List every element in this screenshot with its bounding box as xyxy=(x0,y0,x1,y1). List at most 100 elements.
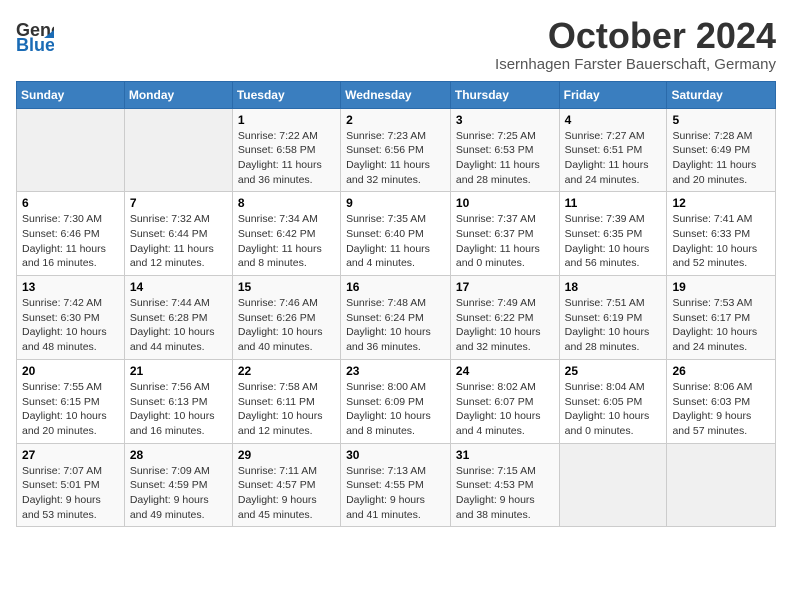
table-row: 4Sunrise: 7:27 AMSunset: 6:51 PMDaylight… xyxy=(559,108,667,192)
table-row: 30 Sunrise: 7:13 AMSunset: 4:55 PMDayligh… xyxy=(341,443,451,527)
day-info: Sunrise: 7:13 AMSunset: 4:55 PMDaylight:… xyxy=(346,464,445,523)
day-info: Sunrise: 7:37 AMSunset: 6:37 PMDaylight:… xyxy=(456,212,554,271)
table-row: 31 Sunrise: 7:15 AMSunset: 4:53 PMDayligh… xyxy=(450,443,559,527)
day-info: Sunrise: 7:07 AMSunset: 5:01 PMDaylight:… xyxy=(22,464,119,523)
day-number: 19 xyxy=(672,280,770,294)
day-info: Sunrise: 7:23 AMSunset: 6:56 PMDaylight:… xyxy=(346,129,445,188)
header-wednesday: Wednesday xyxy=(341,81,451,108)
table-row xyxy=(17,108,125,192)
day-number: 9 xyxy=(346,196,445,210)
page-header: General Blue October 2024 Isernhagen Far… xyxy=(16,16,776,73)
table-row: 15 Sunrise: 7:46 AMSunset: 6:26 PMDayligh… xyxy=(232,276,340,360)
day-info: Sunrise: 8:00 AMSunset: 6:09 PMDaylight:… xyxy=(346,380,445,439)
day-number: 11 xyxy=(565,196,662,210)
table-row: 20 Sunrise: 7:55 AMSunset: 6:15 PMDayligh… xyxy=(17,359,125,443)
header-tuesday: Tuesday xyxy=(232,81,340,108)
calendar-table: Sunday Monday Tuesday Wednesday Thursday… xyxy=(16,81,776,528)
day-info: Sunrise: 7:53 AMSunset: 6:17 PMDaylight:… xyxy=(672,296,770,355)
day-info: Sunrise: 7:15 AMSunset: 4:53 PMDaylight:… xyxy=(456,464,554,523)
day-number: 6 xyxy=(22,196,119,210)
day-number: 29 xyxy=(238,448,335,462)
day-number: 24 xyxy=(456,364,554,378)
header-sunday: Sunday xyxy=(17,81,125,108)
svg-text:Blue: Blue xyxy=(16,35,54,54)
day-info: Sunrise: 7:48 AMSunset: 6:24 PMDaylight:… xyxy=(346,296,445,355)
header-friday: Friday xyxy=(559,81,667,108)
table-row: 17Sunrise: 7:49 AMSunset: 6:22 PMDayligh… xyxy=(450,276,559,360)
day-info: Sunrise: 7:58 AMSunset: 6:11 PMDaylight:… xyxy=(238,380,335,439)
day-number: 5 xyxy=(672,113,770,127)
day-info: Sunrise: 7:41 AMSunset: 6:33 PMDaylight:… xyxy=(672,212,770,271)
week-row-2: 6Sunrise: 7:30 AMSunset: 6:46 PMDaylight… xyxy=(17,192,776,276)
header-monday: Monday xyxy=(124,81,232,108)
day-number: 12 xyxy=(672,196,770,210)
day-number: 15 xyxy=(238,280,335,294)
week-row-4: 20 Sunrise: 7:55 AMSunset: 6:15 PMDayligh… xyxy=(17,359,776,443)
table-row: 3 Sunrise: 7:25 AMSunset: 6:53 PMDaylight… xyxy=(450,108,559,192)
day-number: 31 xyxy=(456,448,554,462)
day-info: Sunrise: 7:51 AMSunset: 6:19 PMDaylight:… xyxy=(565,296,662,355)
day-info: Sunrise: 8:06 AMSunset: 6:03 PMDaylight:… xyxy=(672,380,770,439)
table-row: 26 Sunrise: 8:06 AMSunset: 6:03 PMDayligh… xyxy=(667,359,776,443)
day-number: 18 xyxy=(565,280,662,294)
table-row: 9 Sunrise: 7:35 AMSunset: 6:40 PMDaylight… xyxy=(341,192,451,276)
header-saturday: Saturday xyxy=(667,81,776,108)
day-info: Sunrise: 7:25 AMSunset: 6:53 PMDaylight:… xyxy=(456,129,554,188)
day-info: Sunrise: 7:46 AMSunset: 6:26 PMDaylight:… xyxy=(238,296,335,355)
day-number: 10 xyxy=(456,196,554,210)
table-row: 13Sunrise: 7:42 AMSunset: 6:30 PMDayligh… xyxy=(17,276,125,360)
day-number: 17 xyxy=(456,280,554,294)
table-row: 18 Sunrise: 7:51 AMSunset: 6:19 PMDayligh… xyxy=(559,276,667,360)
table-row xyxy=(559,443,667,527)
title-area: October 2024 Isernhagen Farster Bauersch… xyxy=(495,16,776,73)
table-row: 23 Sunrise: 8:00 AMSunset: 6:09 PMDayligh… xyxy=(341,359,451,443)
day-info: Sunrise: 8:04 AMSunset: 6:05 PMDaylight:… xyxy=(565,380,662,439)
table-row: 12 Sunrise: 7:41 AMSunset: 6:33 PMDayligh… xyxy=(667,192,776,276)
logo-icon: General Blue xyxy=(16,16,54,54)
day-info: Sunrise: 7:35 AMSunset: 6:40 PMDaylight:… xyxy=(346,212,445,271)
day-number: 20 xyxy=(22,364,119,378)
day-info: Sunrise: 7:32 AMSunset: 6:44 PMDaylight:… xyxy=(130,212,227,271)
table-row: 27 Sunrise: 7:07 AMSunset: 5:01 PMDayligh… xyxy=(17,443,125,527)
table-row: 10 Sunrise: 7:37 AMSunset: 6:37 PMDayligh… xyxy=(450,192,559,276)
day-number: 26 xyxy=(672,364,770,378)
day-number: 23 xyxy=(346,364,445,378)
day-number: 2 xyxy=(346,113,445,127)
day-info: Sunrise: 7:39 AMSunset: 6:35 PMDaylight:… xyxy=(565,212,662,271)
day-info: Sunrise: 8:02 AMSunset: 6:07 PMDaylight:… xyxy=(456,380,554,439)
day-number: 3 xyxy=(456,113,554,127)
day-info: Sunrise: 7:42 AMSunset: 6:30 PMDaylight:… xyxy=(22,296,119,355)
table-row: 1 Sunrise: 7:22 AMSunset: 6:58 PMDaylight… xyxy=(232,108,340,192)
day-number: 1 xyxy=(238,113,335,127)
calendar-header-row: Sunday Monday Tuesday Wednesday Thursday… xyxy=(17,81,776,108)
day-number: 30 xyxy=(346,448,445,462)
table-row: 29 Sunrise: 7:11 AMSunset: 4:57 PMDayligh… xyxy=(232,443,340,527)
subtitle: Isernhagen Farster Bauerschaft, Germany xyxy=(495,56,776,73)
day-number: 28 xyxy=(130,448,227,462)
logo: General Blue xyxy=(16,16,54,54)
day-info: Sunrise: 7:55 AMSunset: 6:15 PMDaylight:… xyxy=(22,380,119,439)
week-row-1: 1 Sunrise: 7:22 AMSunset: 6:58 PMDaylight… xyxy=(17,108,776,192)
day-info: Sunrise: 7:11 AMSunset: 4:57 PMDaylight:… xyxy=(238,464,335,523)
day-number: 16 xyxy=(346,280,445,294)
month-title: October 2024 xyxy=(495,16,776,56)
table-row: 28 Sunrise: 7:09 AMSunset: 4:59 PMDayligh… xyxy=(124,443,232,527)
table-row xyxy=(667,443,776,527)
table-row: 16 Sunrise: 7:48 AMSunset: 6:24 PMDayligh… xyxy=(341,276,451,360)
day-info: Sunrise: 7:09 AMSunset: 4:59 PMDaylight:… xyxy=(130,464,227,523)
day-info: Sunrise: 7:28 AMSunset: 6:49 PMDaylight:… xyxy=(672,129,770,188)
table-row: 8Sunrise: 7:34 AMSunset: 6:42 PMDaylight… xyxy=(232,192,340,276)
day-number: 27 xyxy=(22,448,119,462)
table-row: 7Sunrise: 7:32 AMSunset: 6:44 PMDaylight… xyxy=(124,192,232,276)
day-info: Sunrise: 7:27 AMSunset: 6:51 PMDaylight:… xyxy=(565,129,662,188)
day-number: 22 xyxy=(238,364,335,378)
day-number: 25 xyxy=(565,364,662,378)
table-row: 24 Sunrise: 8:02 AMSunset: 6:07 PMDayligh… xyxy=(450,359,559,443)
day-number: 21 xyxy=(130,364,227,378)
table-row: 25 Sunrise: 8:04 AMSunset: 6:05 PMDayligh… xyxy=(559,359,667,443)
table-row: 2 Sunrise: 7:23 AMSunset: 6:56 PMDaylight… xyxy=(341,108,451,192)
day-number: 8 xyxy=(238,196,335,210)
week-row-5: 27 Sunrise: 7:07 AMSunset: 5:01 PMDayligh… xyxy=(17,443,776,527)
day-info: Sunrise: 7:22 AMSunset: 6:58 PMDaylight:… xyxy=(238,129,335,188)
day-info: Sunrise: 7:44 AMSunset: 6:28 PMDaylight:… xyxy=(130,296,227,355)
